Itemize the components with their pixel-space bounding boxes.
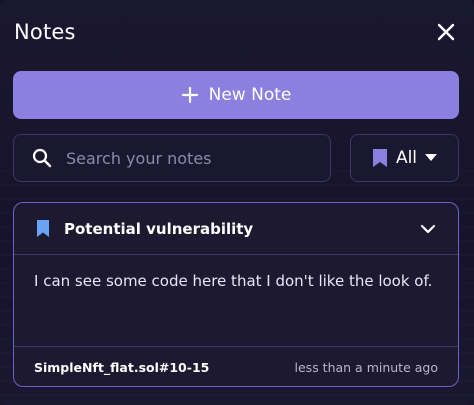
panel-header: Notes: [14, 16, 460, 48]
search-icon: [32, 148, 52, 168]
filter-label: All: [395, 148, 418, 168]
note-card[interactable]: Potential vulnerability I can see some c…: [13, 202, 459, 387]
notes-panel: Notes New Note All: [0, 0, 474, 405]
search-input[interactable]: [66, 148, 306, 168]
search-box[interactable]: [13, 134, 331, 182]
chevron-down-icon[interactable]: [420, 224, 436, 234]
close-button[interactable]: [432, 18, 460, 46]
note-header[interactable]: Potential vulnerability: [14, 203, 458, 255]
note-footer: SimpleNft_flat.sol#10-15 less than a min…: [14, 347, 458, 386]
note-body: I can see some code here that I don't li…: [14, 255, 458, 347]
note-timestamp: less than a minute ago: [294, 359, 438, 375]
plus-icon: [181, 86, 198, 104]
new-note-label: New Note: [208, 85, 292, 105]
bookmark-icon: [372, 149, 387, 167]
close-icon: [437, 23, 455, 41]
note-title: Potential vulnerability: [64, 219, 254, 238]
page-title: Notes: [14, 20, 76, 44]
bookmark-icon: [37, 220, 49, 237]
caret-down-icon: [425, 154, 438, 161]
filter-dropdown[interactable]: All: [350, 134, 459, 182]
note-reference-link[interactable]: SimpleNft_flat.sol#10-15: [34, 360, 209, 375]
note-header-left: Potential vulnerability: [36, 219, 253, 238]
new-note-button[interactable]: New Note: [13, 71, 459, 119]
